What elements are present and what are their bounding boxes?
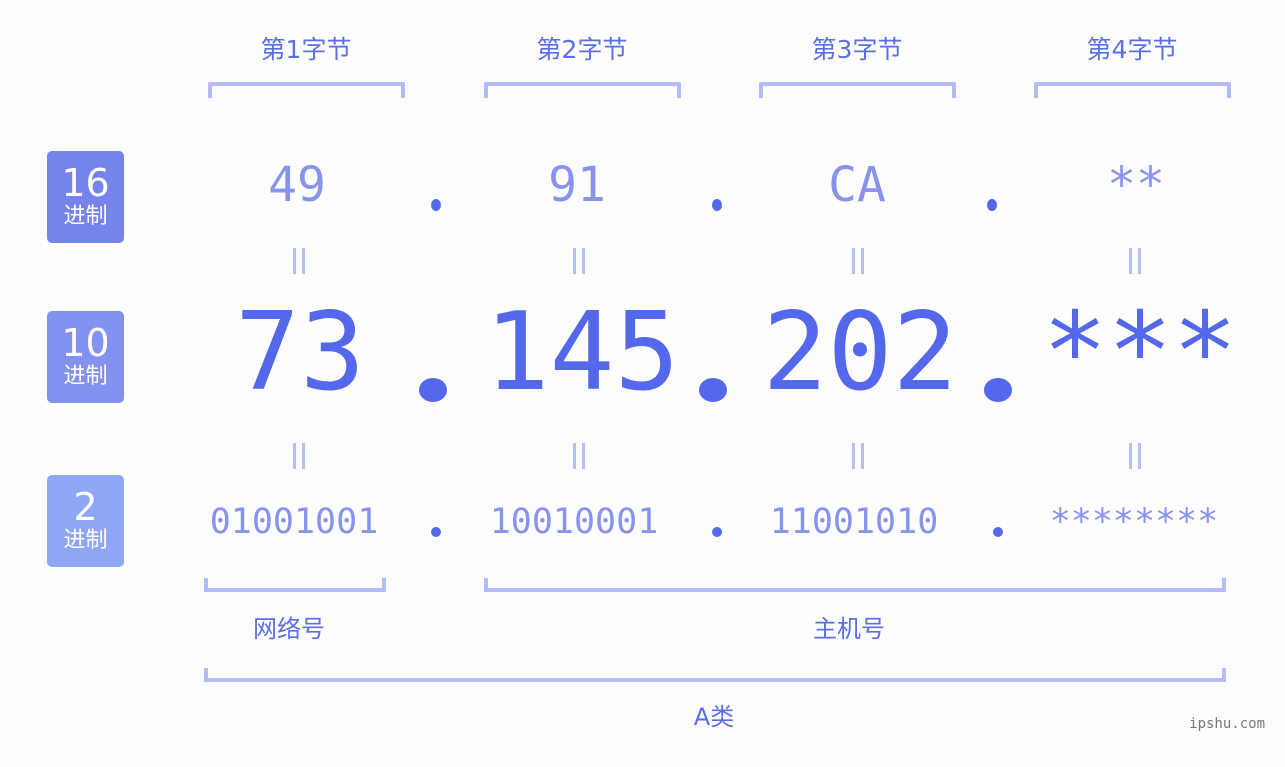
- hex-byte-1: 49: [268, 157, 326, 213]
- dec-separator-dot: [419, 378, 447, 402]
- byte-header-2: 第2字节: [536, 35, 628, 64]
- byte-header-3: 第3字节: [811, 35, 903, 64]
- bin-byte-2: 10010001: [489, 502, 659, 542]
- hex-separator-dot: [712, 199, 722, 211]
- host-label: 主机号: [813, 615, 885, 643]
- class-bracket: [204, 668, 1226, 682]
- badge-dec-label: 进制: [63, 364, 108, 389]
- host-bracket: [484, 578, 1226, 592]
- bin-separator-dot: [712, 527, 722, 537]
- byte-header-4: 第4字节: [1086, 35, 1178, 64]
- bin-byte-4: ********: [1049, 502, 1219, 542]
- byte-bracket-2: [484, 82, 681, 98]
- hex-separator-dot: [987, 199, 997, 211]
- network-bracket: [204, 578, 386, 592]
- equals-icon: [573, 248, 585, 274]
- badge-hex-number: 16: [61, 161, 110, 205]
- badge-dec-number: 10: [61, 321, 110, 365]
- byte-bracket-4: [1034, 82, 1231, 98]
- byte-bracket-1: [208, 82, 405, 98]
- badge-dec: 10 进制: [47, 311, 124, 403]
- bin-separator-dot: [431, 527, 441, 537]
- badge-bin: 2 进制: [47, 475, 124, 567]
- badge-hex-label: 进制: [63, 204, 108, 229]
- equals-icon: [1129, 248, 1141, 274]
- equals-icon: [1129, 443, 1141, 469]
- dec-separator-dot: [984, 378, 1012, 402]
- badge-hex: 16 进制: [47, 151, 124, 243]
- byte-bracket-3: [759, 82, 956, 98]
- dec-byte-3: 202: [762, 290, 958, 415]
- equals-icon: [293, 443, 305, 469]
- badge-bin-number: 2: [73, 485, 98, 529]
- equals-icon: [293, 248, 305, 274]
- equals-icon: [852, 248, 864, 274]
- byte-header-1: 第1字节: [260, 35, 352, 64]
- dec-byte-1: 73: [234, 290, 366, 415]
- dec-byte-4: ***: [1042, 290, 1238, 415]
- hex-byte-4: **: [1107, 157, 1165, 213]
- network-label: 网络号: [253, 615, 325, 643]
- class-label: A类: [693, 703, 735, 731]
- watermark: ipshu.com: [1189, 716, 1265, 732]
- equals-icon: [852, 443, 864, 469]
- bin-byte-3: 11001010: [769, 502, 939, 542]
- badge-bin-label: 进制: [63, 528, 108, 553]
- hex-byte-2: 91: [548, 157, 606, 213]
- hex-byte-3: CA: [828, 157, 886, 213]
- dec-byte-2: 145: [484, 290, 680, 415]
- hex-separator-dot: [431, 199, 441, 211]
- bin-separator-dot: [993, 527, 1003, 537]
- bin-byte-1: 01001001: [209, 502, 379, 542]
- dec-separator-dot: [699, 378, 727, 402]
- equals-icon: [573, 443, 585, 469]
